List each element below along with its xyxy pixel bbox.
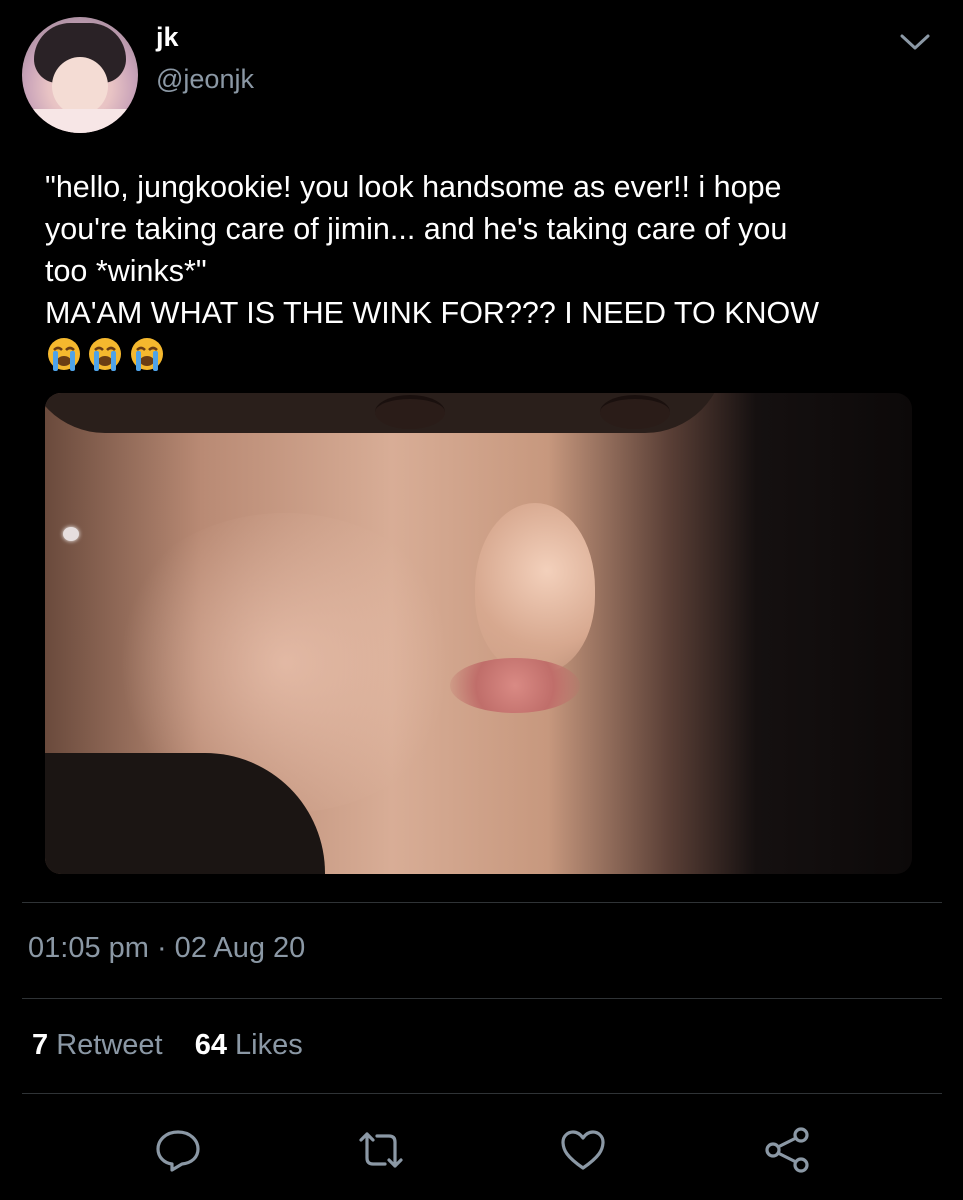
tweet-text-line: MA'AM WHAT IS THE WINK FOR??? I NEED TO … xyxy=(45,296,820,330)
divider xyxy=(22,998,942,999)
retweet-count[interactable]: 7 xyxy=(32,1029,48,1061)
avatar-face xyxy=(52,57,108,115)
tweet-media-image[interactable] xyxy=(45,393,912,874)
share-icon[interactable] xyxy=(761,1124,813,1176)
emoji-row xyxy=(45,335,165,375)
media-eye xyxy=(600,395,670,429)
loudly-crying-face-emoji xyxy=(128,335,166,373)
avatar-arm xyxy=(22,109,138,133)
tweet-text-line: too *winks*" xyxy=(45,254,207,288)
like-icon[interactable] xyxy=(557,1124,609,1176)
divider xyxy=(22,1093,942,1094)
user-handle[interactable]: @jeonjk xyxy=(156,64,254,95)
media-eye xyxy=(375,395,445,429)
reply-icon[interactable] xyxy=(152,1124,204,1176)
media-earring xyxy=(63,527,79,541)
divider xyxy=(22,902,942,903)
tweet-text-line: "hello, jungkookie! you look handsome as… xyxy=(45,170,782,204)
media-lips xyxy=(450,658,580,713)
display-name[interactable]: jk xyxy=(156,22,179,53)
like-count[interactable]: 64 xyxy=(195,1029,227,1061)
media-nose xyxy=(475,503,595,673)
retweet-label[interactable]: Retweet xyxy=(56,1029,162,1061)
tweet-text-line: you're taking care of jimin... and he's … xyxy=(45,212,788,246)
tweet-stats: 7 Retweet 64 Likes xyxy=(32,1029,303,1062)
chevron-down-icon[interactable] xyxy=(898,30,932,54)
tweet-text: "hello, jungkookie! you look handsome as… xyxy=(45,166,945,334)
retweet-icon[interactable] xyxy=(355,1124,407,1176)
loudly-crying-face-emoji xyxy=(86,335,124,373)
tweet-timestamp[interactable]: 01:05 pm · 02 Aug 20 xyxy=(28,932,305,965)
loudly-crying-face-emoji xyxy=(45,335,83,373)
avatar[interactable] xyxy=(22,17,138,133)
like-label[interactable]: Likes xyxy=(235,1029,303,1061)
